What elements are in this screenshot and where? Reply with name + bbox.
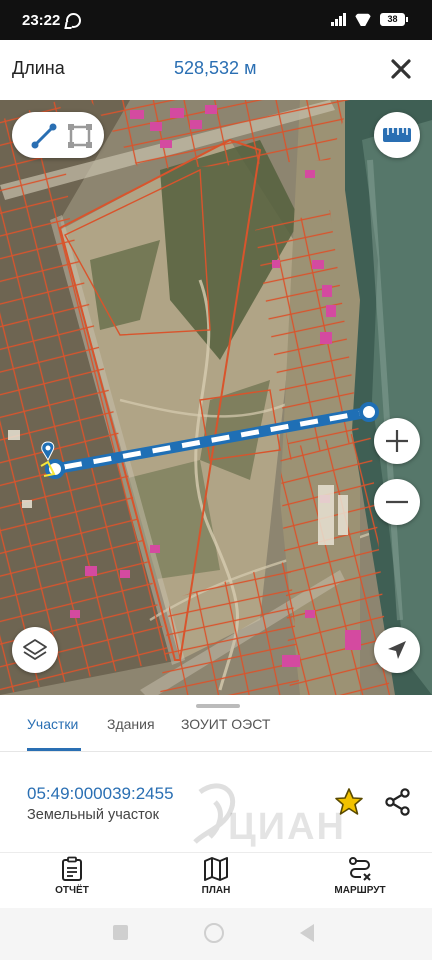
measure-area-button[interactable] [66,122,94,150]
locate-icon [388,641,406,659]
back-button[interactable] [300,924,314,942]
ruler-button[interactable] [374,112,420,158]
parcel-type: Земельный участок [27,807,159,823]
cian-watermark-text: ЦИАН [228,806,346,848]
tab-zouit-oest[interactable]: ЗОУИТ ОЭСТ [181,716,270,732]
tabs-divider [0,751,432,752]
signal-icon [331,13,348,26]
whatsapp-icon [66,13,81,28]
tab-parcels[interactable]: Участки [27,716,78,732]
zoom-in-icon [386,430,408,452]
status-bar: 23:22 38 [0,0,432,40]
measure-area-icon [68,124,92,148]
measure-path [45,402,379,479]
close-button[interactable] [388,56,414,82]
route-icon [349,857,371,881]
recents-button[interactable] [113,925,128,940]
locate-button[interactable] [374,627,420,673]
report-icon [62,856,82,881]
plan-button[interactable]: ПЛАН [171,856,261,896]
satellite-map[interactable] [0,100,432,695]
measure-title: Длина [12,58,65,78]
layers-icon [23,639,47,660]
home-button[interactable] [204,923,224,943]
map-icon [204,857,228,881]
pin-icon [40,441,56,477]
favorite-button[interactable] [334,787,364,817]
measure-line-button[interactable] [30,122,58,150]
plan-label: ПЛАН [201,885,231,896]
measure-length-value: 528,532 м [174,58,257,78]
star-icon [335,788,363,815]
sheet-drag-handle[interactable] [196,704,240,708]
ruler-icon [383,128,411,142]
route-button[interactable]: МАРШРУТ [315,856,405,896]
zoom-out-icon [386,500,408,504]
measure-line-icon [31,123,57,149]
status-time: 23:22 [22,12,61,29]
share-icon [385,788,410,816]
tab-buildings[interactable]: Здания [107,716,155,732]
report-button[interactable]: ОТЧЁТ [27,856,117,896]
zoom-in-button[interactable] [374,418,420,464]
share-button[interactable] [383,787,413,817]
measure-mode-toggle [12,112,104,158]
close-icon [391,59,411,79]
zoom-out-button[interactable] [374,479,420,525]
report-label: ОТЧЁТ [55,885,89,896]
measure-end-point [359,402,379,422]
parcel-cadastral-number[interactable]: 05:49:000039:2455 [27,784,174,804]
layers-button[interactable] [12,627,58,673]
wifi-icon [354,12,372,26]
battery-icon: 38 [380,13,408,26]
route-label: МАРШРУТ [334,885,386,896]
